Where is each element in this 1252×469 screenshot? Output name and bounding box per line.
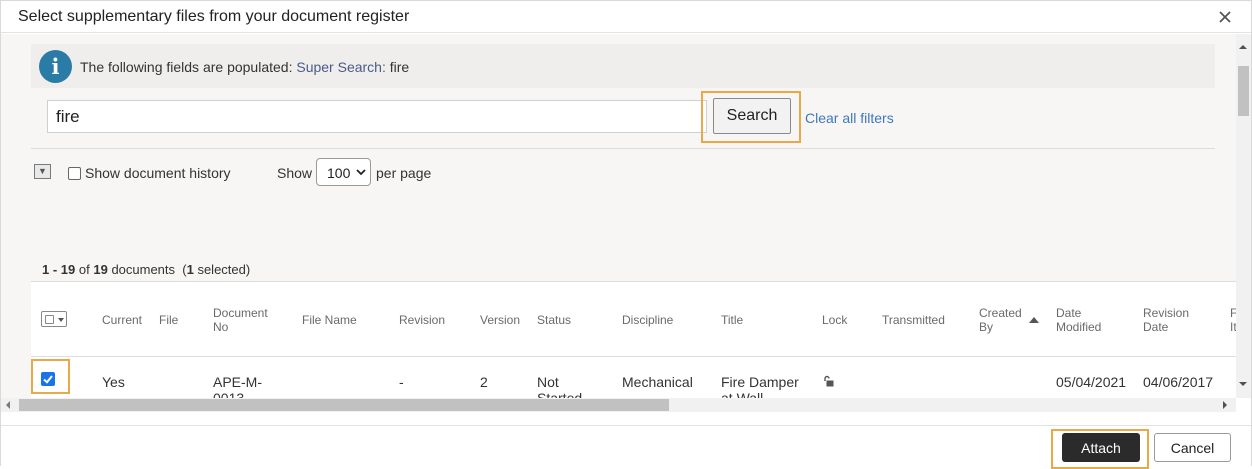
col-document-no-line2: No bbox=[213, 320, 229, 334]
col-title[interactable]: Title bbox=[721, 313, 743, 327]
col-date-modified[interactable]: Date Modified bbox=[1056, 306, 1101, 334]
info-field-name: Super Search: bbox=[296, 59, 386, 75]
col-discipline[interactable]: Discipline bbox=[622, 313, 673, 327]
close-icon bbox=[1219, 11, 1231, 23]
results-range: 1 - 19 bbox=[42, 262, 76, 277]
per-page-value: 100 bbox=[327, 165, 351, 181]
cancel-button[interactable]: Cancel bbox=[1154, 433, 1231, 462]
vertical-scrollbar[interactable] bbox=[1236, 34, 1251, 398]
dialog-title: Select supplementary files from your doc… bbox=[18, 8, 410, 25]
col-date-modified-line1: Date bbox=[1056, 306, 1082, 320]
cell-status: Not Started bbox=[537, 374, 582, 398]
col-revision-date-line1: Revision bbox=[1143, 306, 1190, 320]
scroll-right-arrow-icon[interactable] bbox=[1223, 401, 1227, 409]
collapse-toggle-icon[interactable]: ▼ bbox=[34, 164, 51, 179]
show-label: Show bbox=[277, 165, 313, 181]
results-of: of bbox=[78, 262, 90, 277]
per-page-label: per page bbox=[376, 165, 432, 181]
cell-status-line2: Started bbox=[537, 390, 583, 398]
divider bbox=[31, 148, 1215, 149]
col-revision-date[interactable]: Revision Date bbox=[1143, 306, 1189, 334]
supplementary-files-dialog: Select supplementary files from your doc… bbox=[0, 0, 1252, 469]
col-status[interactable]: Status bbox=[537, 313, 571, 327]
info-banner: i The following fields are populated: Su… bbox=[31, 44, 1215, 88]
close-button[interactable] bbox=[1215, 7, 1235, 27]
scroll-left-arrow-icon[interactable] bbox=[6, 401, 10, 409]
scroll-down-arrow-icon[interactable] bbox=[1239, 382, 1247, 386]
col-date-modified-line2: Modified bbox=[1056, 320, 1102, 334]
col-file[interactable]: File bbox=[159, 313, 178, 327]
dialog-titlebar: Select supplementary files from your doc… bbox=[1, 1, 1251, 33]
table-header: Current File Document No File Name Revis… bbox=[31, 282, 1236, 357]
results-total: 19 bbox=[93, 262, 108, 277]
info-field-value: fire bbox=[389, 59, 410, 75]
results-noun: documents bbox=[111, 262, 176, 277]
scroll-up-arrow-icon[interactable] bbox=[1239, 45, 1247, 49]
col-lock[interactable]: Lock bbox=[822, 313, 847, 327]
col-revision-date-line2: Date bbox=[1143, 320, 1169, 334]
cell-discipline: Mechanical bbox=[622, 374, 693, 390]
cell-title-line2: at Wall bbox=[721, 390, 764, 398]
chevron-down-icon bbox=[356, 169, 366, 176]
search-button[interactable]: Search bbox=[713, 98, 791, 134]
sort-ascending-icon[interactable] bbox=[1029, 317, 1039, 323]
table-row[interactable]: Yes APE-M- 0013 - 2 Not Started Mechanic… bbox=[31, 358, 1236, 398]
unlock-icon bbox=[824, 375, 834, 387]
show-document-history-label[interactable]: Show document history bbox=[85, 165, 231, 181]
select-all-dropdown[interactable] bbox=[41, 311, 67, 327]
checkmark-icon bbox=[43, 375, 53, 384]
attach-button[interactable]: Attach bbox=[1062, 433, 1140, 462]
cell-title-line1: Fire Damper bbox=[721, 374, 799, 390]
info-icon: i bbox=[39, 50, 72, 83]
per-page-select[interactable]: 100 bbox=[316, 158, 371, 186]
horizontal-scrollbar[interactable] bbox=[1, 398, 1236, 412]
col-current[interactable]: Current bbox=[102, 313, 142, 327]
documents-table: Current File Document No File Name Revis… bbox=[31, 281, 1236, 398]
results-selected-count: 1 bbox=[186, 262, 194, 277]
show-document-history-checkbox[interactable] bbox=[68, 167, 81, 180]
row-checkbox[interactable] bbox=[41, 372, 55, 386]
horizontal-scrollbar-thumb[interactable] bbox=[19, 399, 669, 411]
dialog-footer: Attach Cancel bbox=[1, 425, 1251, 469]
col-version[interactable]: Version bbox=[480, 313, 520, 327]
col-revision[interactable]: Revision bbox=[399, 313, 445, 327]
results-count: 1 - 19 of 19 documents (1 selected) bbox=[42, 262, 251, 277]
col-transmitted[interactable]: Transmitted bbox=[882, 313, 945, 327]
cell-document-no[interactable]: APE-M- 0013 bbox=[213, 374, 262, 398]
info-prefix: The following fields are populated: bbox=[80, 59, 293, 75]
vertical-scrollbar-thumb[interactable] bbox=[1238, 66, 1249, 116]
cell-title: Fire Damper at Wall bbox=[721, 374, 799, 398]
cell-document-no-line2: 0013 bbox=[213, 390, 245, 398]
cell-status-line1: Not bbox=[537, 374, 559, 390]
cell-current: Yes bbox=[102, 374, 125, 390]
cell-revision-date: 04/06/2017 bbox=[1143, 374, 1214, 390]
clear-all-filters-link[interactable]: Clear all filters bbox=[805, 110, 894, 126]
col-created-by-line2: By bbox=[979, 320, 994, 334]
col-document-no[interactable]: Document No bbox=[213, 306, 268, 334]
select-all-checkbox bbox=[45, 315, 54, 324]
col-created-by-line1: Created bbox=[979, 306, 1022, 320]
cell-revision: - bbox=[399, 374, 404, 390]
info-text: The following fields are populated: Supe… bbox=[80, 59, 409, 75]
dialog-body: i The following fields are populated: Su… bbox=[1, 34, 1236, 398]
cell-document-no-line1: APE-M- bbox=[213, 374, 262, 390]
col-created-by[interactable]: Created By bbox=[979, 306, 1022, 334]
col-file-name[interactable]: File Name bbox=[302, 313, 357, 327]
results-selected-label: selected bbox=[197, 262, 246, 277]
col-document-no-line1: Document bbox=[213, 306, 268, 320]
cell-version: 2 bbox=[480, 374, 488, 390]
cell-date-modified: 05/04/2021 bbox=[1056, 374, 1127, 390]
search-input[interactable] bbox=[47, 100, 707, 133]
caret-down-icon bbox=[58, 318, 64, 322]
